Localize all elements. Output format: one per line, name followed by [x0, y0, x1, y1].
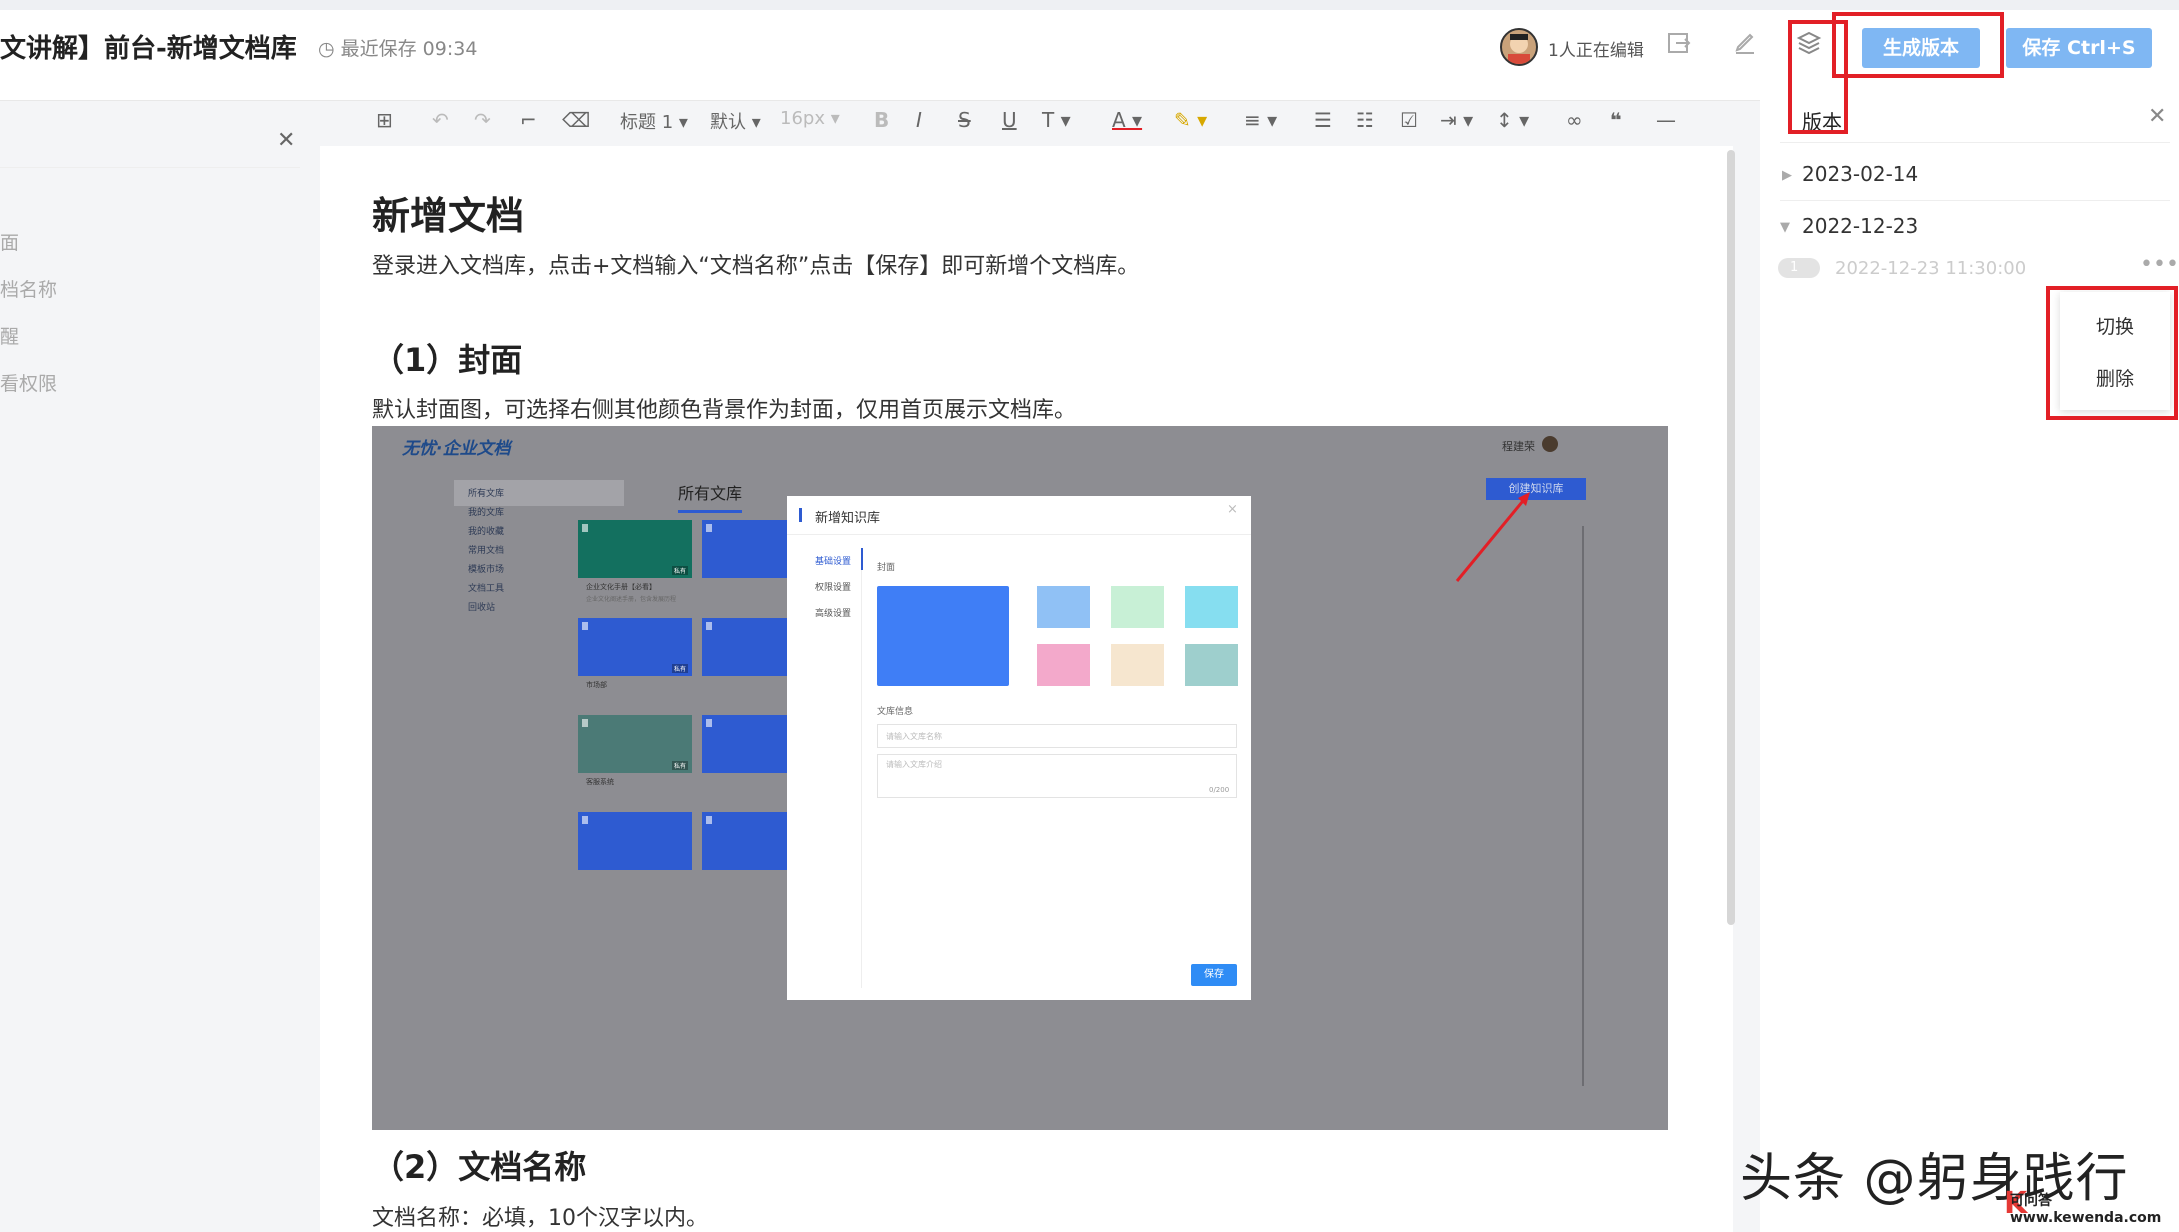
modal-divider [787, 534, 1251, 535]
desc-field: 请输入文库介绍 [877, 754, 1237, 798]
ordered-list-icon[interactable]: ☷ [1356, 108, 1374, 132]
underline-icon[interactable]: U [1002, 108, 1017, 132]
embedded-screenshot: 无忧·企业文档 程建荣 所有文库 创建知识库 所有文库 我的文库 我的收藏 常用文档模… [372, 426, 1668, 1130]
heading-value: 标题 1 [620, 112, 674, 133]
avatar[interactable] [1500, 28, 1538, 66]
close-icon[interactable]: ✕ [2148, 104, 2166, 129]
watermark-site-url: www.kewenda.com [2010, 1210, 2162, 1226]
export-icon[interactable] [1662, 30, 1696, 64]
clock-icon: ◷ [318, 38, 341, 60]
checklist-icon[interactable]: ☑ [1400, 108, 1418, 132]
close-icon[interactable]: ✕ [277, 128, 295, 153]
outline-item[interactable]: 醒 [0, 322, 19, 349]
font-value: 默认 [710, 112, 746, 133]
text-style-icon[interactable]: T ▾ [1042, 108, 1071, 132]
edit-pen-icon[interactable] [1728, 30, 1762, 64]
modal-tab-indicator [861, 548, 863, 570]
chevron-down-icon: ▼ [1780, 220, 1790, 235]
align-icon[interactable]: ≡ ▾ [1244, 108, 1277, 132]
section-heading-cover: （1）封面 [372, 341, 523, 379]
editor-toolbar: ⊞ ↶ ↷ ⌐ ⌫ 标题 1 ▾ 默认 ▾ 16px ▾ B I S U T ▾… [360, 96, 1720, 146]
desc-counter: 0/200 [1209, 786, 1230, 794]
cover-swatch [1111, 586, 1164, 628]
switch-version-item[interactable]: 切换 [2060, 312, 2170, 339]
redo-icon[interactable]: ↷ [474, 108, 491, 132]
document-title: 文讲解】前台-新增文档库 [0, 34, 297, 64]
italic-icon[interactable]: I [916, 108, 922, 132]
modal-title-bar [799, 508, 802, 522]
version-layers-icon[interactable] [1792, 30, 1826, 64]
more-icon[interactable]: ••• [2140, 252, 2179, 277]
strikethrough-icon[interactable]: S [958, 108, 971, 132]
divider-icon[interactable]: — [1656, 108, 1676, 132]
generate-version-button[interactable]: 生成版本 [1862, 28, 1980, 68]
cover-swatch [1037, 586, 1090, 628]
modal-tab: 高级设置 [815, 609, 852, 619]
outline-item[interactable]: 档名称 [0, 275, 57, 302]
save-time-text: 最近保存 09:34 [340, 38, 478, 60]
outline-divider [0, 167, 300, 168]
save-status: ◷ 最近保存 09:34 [318, 34, 477, 61]
cover-label: 封面 [877, 563, 896, 573]
version-entry-time[interactable]: 2022-12-23 11:30:00 [1835, 258, 2026, 279]
cover-swatch [1037, 644, 1090, 686]
version-date-item[interactable]: 2022-12-23 [1802, 214, 1918, 238]
delete-version-item[interactable]: 删除 [2060, 364, 2170, 391]
cover-default [877, 586, 1009, 686]
version-divider [1780, 142, 2170, 143]
highlight-icon[interactable]: ✎ ▾ [1174, 108, 1207, 132]
font-color-icon[interactable]: A ▾ [1112, 108, 1142, 132]
undo-icon[interactable]: ↶ [432, 108, 449, 132]
version-context-menu: 切换 删除 [2060, 292, 2170, 410]
eraser-icon[interactable]: ⌫ [562, 108, 590, 132]
version-badge: 1 [1778, 258, 1820, 278]
cover-swatch [1185, 644, 1238, 686]
modal-title: 新增知识库 [815, 511, 881, 526]
doc-heading: 新增文档 [372, 194, 525, 238]
modal-tab-divider [861, 548, 862, 988]
version-divider [1780, 200, 2170, 201]
version-panel-title: 版本 [1802, 110, 1842, 134]
save-button[interactable]: 保存 Ctrl+S [2006, 28, 2152, 68]
info-label: 文库信息 [877, 707, 914, 717]
top-strip [0, 0, 2179, 10]
bold-icon[interactable]: B [874, 108, 889, 132]
watermark-site: 可问答 www.kewenda.com [2010, 1190, 2161, 1226]
name-field: 请输入文库名称 [877, 724, 1237, 748]
section-heading-name: （2）文档名称 [372, 1148, 587, 1186]
doc-intro: 登录进入文档库，点击+文档输入“文档名称”点击【保存】即可新增个文档库。 [372, 254, 1140, 279]
scrollbar[interactable] [1727, 150, 1735, 925]
line-height-icon[interactable]: ↕ ▾ [1496, 108, 1529, 132]
new-library-modal: 新增知识库 × 基础设置 权限设置 高级设置 封面 文库信息 请输入文库名称 请… [787, 496, 1251, 1000]
cover-swatch [1185, 586, 1238, 628]
cover-swatch [1111, 644, 1164, 686]
modal-save-button: 保存 [1191, 964, 1237, 986]
editing-status: 1人正在编辑 [1548, 41, 1644, 61]
watermark-site-label: 可问答 [2010, 1193, 2052, 1209]
section-text-cover: 默认封面图，可选择右侧其他颜色背景作为封面，仅用首页展示文档库。 [372, 398, 1077, 423]
modal-tab: 权限设置 [815, 583, 852, 593]
chevron-right-icon: ▶ [1782, 168, 1792, 183]
indent-icon[interactable]: ⇥ ▾ [1440, 108, 1473, 132]
modal-close-icon: × [1227, 502, 1238, 517]
link-icon[interactable]: ∞ [1566, 108, 1583, 132]
insert-icon[interactable]: ⊞ [376, 108, 393, 132]
version-date-item[interactable]: 2023-02-14 [1802, 162, 1918, 186]
outline-item[interactable]: 面 [0, 228, 19, 255]
heading-select[interactable]: 标题 1 ▾ [620, 108, 688, 134]
bullet-list-icon[interactable]: ☰ [1314, 108, 1332, 132]
quote-icon[interactable]: ❝ [1610, 108, 1622, 132]
font-select[interactable]: 默认 ▾ [710, 108, 761, 134]
outline-item[interactable]: 看权限 [0, 369, 57, 396]
font-size-select[interactable]: 16px ▾ [780, 108, 840, 129]
format-painter-icon[interactable]: ⌐ [520, 108, 537, 132]
modal-tab: 基础设置 [815, 557, 852, 567]
section-text-name: 文档名称：必填，10个汉字以内。 [372, 1206, 708, 1231]
font-size-value: 16px [780, 108, 825, 129]
